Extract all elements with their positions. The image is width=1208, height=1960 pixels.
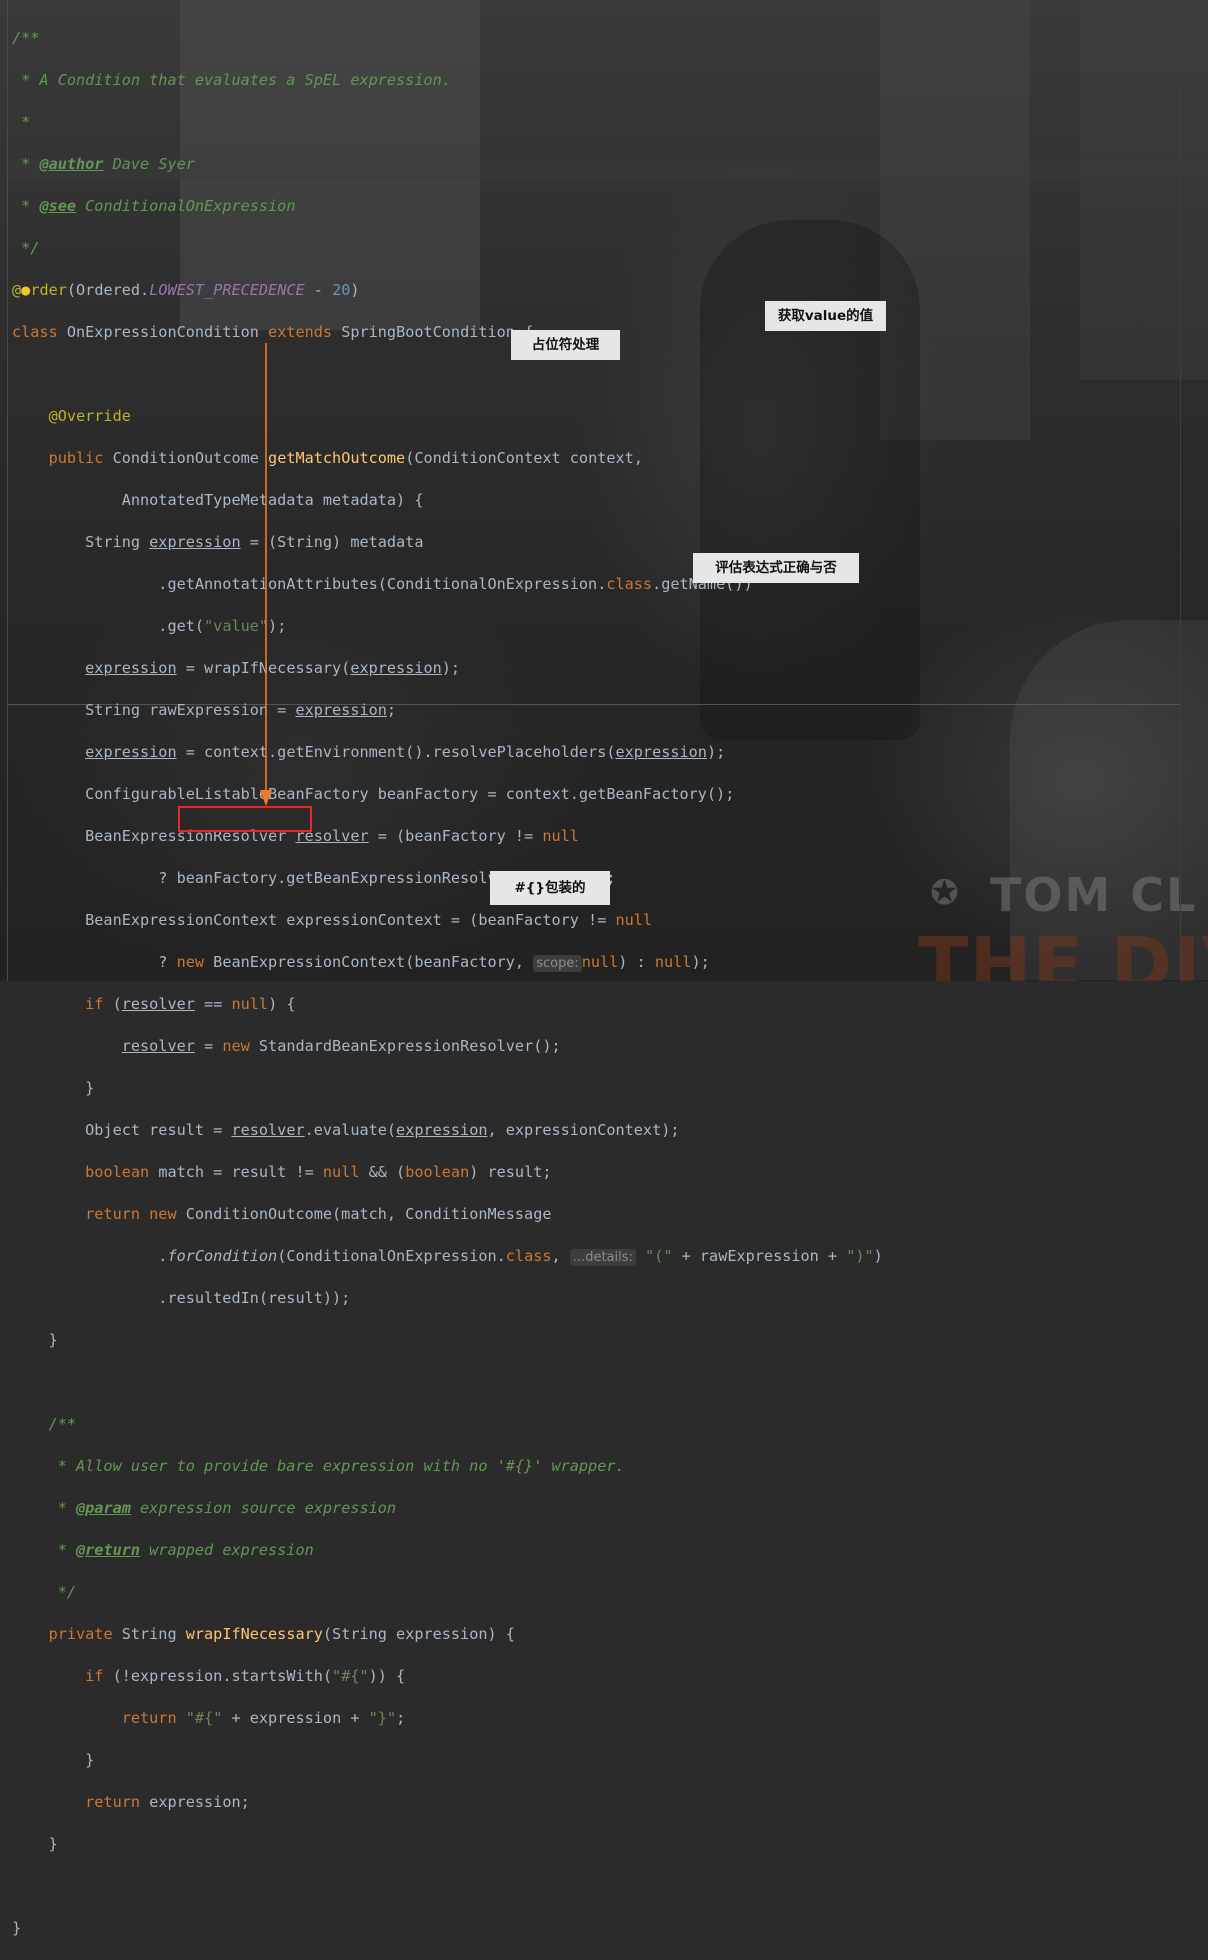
code-token: boolean bbox=[85, 1163, 150, 1181]
code-token: "}" bbox=[368, 1709, 397, 1727]
code-token: + expression + bbox=[222, 1709, 369, 1727]
code-line: } bbox=[12, 1078, 883, 1099]
code-line: .resultedIn(result)); bbox=[12, 1288, 883, 1309]
code-line: boolean match = result != null && (boole… bbox=[12, 1162, 883, 1183]
code-token: forCondition bbox=[167, 1247, 278, 1265]
code-token: "(" bbox=[645, 1247, 673, 1265]
code-line: resolver = new StandardBeanExpressionRes… bbox=[12, 1036, 883, 1057]
code-line: */ bbox=[12, 1582, 883, 1603]
code-token: ; bbox=[396, 1709, 406, 1727]
code-line: } bbox=[12, 1834, 883, 1855]
code-token: expression; bbox=[140, 1793, 250, 1811]
code-line: if (resolver == null) { bbox=[12, 994, 883, 1015]
code-token: } bbox=[12, 1331, 58, 1349]
code-token: wrapped expression bbox=[140, 1541, 314, 1559]
code-token: } bbox=[12, 1919, 22, 1937]
code-token: } bbox=[12, 1079, 95, 1097]
code-line: return expression; bbox=[12, 1792, 883, 1813]
code-token: match = result != bbox=[149, 1163, 323, 1181]
code-token: (String expression) { bbox=[322, 1625, 515, 1643]
code-token: */ bbox=[12, 1583, 77, 1601]
code-token: ) { bbox=[268, 995, 296, 1013]
code-line: * Allow user to provide bare expression … bbox=[12, 1456, 883, 1477]
code-token: ( bbox=[103, 995, 122, 1013]
code-token: Object result = bbox=[12, 1121, 232, 1139]
arrow-icon bbox=[260, 343, 272, 806]
code-token: "#{" bbox=[185, 1709, 223, 1727]
code-token: } bbox=[12, 1751, 95, 1769]
code-token: StandardBeanExpressionResolver(); bbox=[249, 1037, 561, 1055]
code-token: } bbox=[12, 1835, 58, 1853]
code-token: return new bbox=[85, 1205, 177, 1223]
code-token: == bbox=[194, 995, 232, 1013]
code-line: * @param expression source expression bbox=[12, 1498, 883, 1519]
code-token: new bbox=[222, 1037, 250, 1055]
code-token: , expressionContext); bbox=[487, 1121, 680, 1139]
code-token: if bbox=[85, 995, 104, 1013]
code-token: if bbox=[85, 1667, 104, 1685]
code-token: "#{" bbox=[332, 1667, 369, 1685]
code-token: ) result; bbox=[469, 1163, 552, 1181]
code-line: } bbox=[12, 1918, 883, 1939]
code-token: )) { bbox=[368, 1667, 406, 1685]
code-token: ) bbox=[873, 1247, 883, 1265]
code-token: String bbox=[112, 1625, 186, 1643]
code-line: return "#{" + expression + "}"; bbox=[12, 1708, 883, 1729]
code-token: resolver bbox=[121, 995, 195, 1013]
code-token: . bbox=[12, 1247, 168, 1265]
code-token: * bbox=[12, 1541, 77, 1559]
code-token: , bbox=[551, 1247, 570, 1265]
code-token: resolver bbox=[121, 1037, 195, 1055]
code-token: ConditionOutcome(match, ConditionMessage bbox=[176, 1205, 552, 1223]
code-token: ")" bbox=[846, 1247, 874, 1265]
code-token: + rawExpression + bbox=[672, 1247, 847, 1265]
code-token: wrapIfNecessary bbox=[185, 1625, 323, 1643]
code-token: return bbox=[121, 1709, 177, 1727]
code-line: } bbox=[12, 1330, 883, 1351]
code-line: } bbox=[12, 1750, 883, 1771]
code-token: && ( bbox=[359, 1163, 406, 1181]
code-token: .resultedIn(result)); bbox=[12, 1289, 351, 1307]
code-token: class bbox=[505, 1247, 552, 1265]
code-token: (ConditionalOnExpression. bbox=[277, 1247, 506, 1265]
code-token: @return bbox=[76, 1541, 141, 1559]
code-token: (!expression.startsWith( bbox=[103, 1667, 333, 1685]
code-line: return new ConditionOutcome(match, Condi… bbox=[12, 1204, 883, 1225]
code-token: * Allow user to provide bare expression … bbox=[12, 1457, 625, 1475]
code-token: @param bbox=[76, 1499, 131, 1517]
code-token: resolver bbox=[231, 1121, 305, 1139]
code-token: .evaluate( bbox=[304, 1121, 397, 1139]
code-token: expression bbox=[396, 1121, 488, 1139]
code-token: private bbox=[48, 1625, 113, 1643]
code-line: if (!expression.startsWith("#{")) { bbox=[12, 1666, 883, 1687]
code-line: /** bbox=[12, 1414, 883, 1435]
code-line: * @return wrapped expression bbox=[12, 1540, 883, 1561]
code-line: Object result = resolver.evaluate(expres… bbox=[12, 1120, 883, 1141]
code-line: private String wrapIfNecessary(String ex… bbox=[12, 1624, 883, 1645]
code-token: * bbox=[12, 1499, 77, 1517]
code-token: /** bbox=[12, 1415, 77, 1433]
code-token: expression source expression bbox=[130, 1499, 397, 1517]
code-line: .forCondition(ConditionalOnExpression.cl… bbox=[12, 1246, 883, 1267]
code-token: null bbox=[322, 1163, 360, 1181]
code-token: null bbox=[231, 995, 269, 1013]
code-token: boolean bbox=[405, 1163, 470, 1181]
code-token: = bbox=[194, 1037, 223, 1055]
param-hint: ...details: bbox=[569, 1249, 636, 1266]
code-token: return bbox=[85, 1793, 141, 1811]
